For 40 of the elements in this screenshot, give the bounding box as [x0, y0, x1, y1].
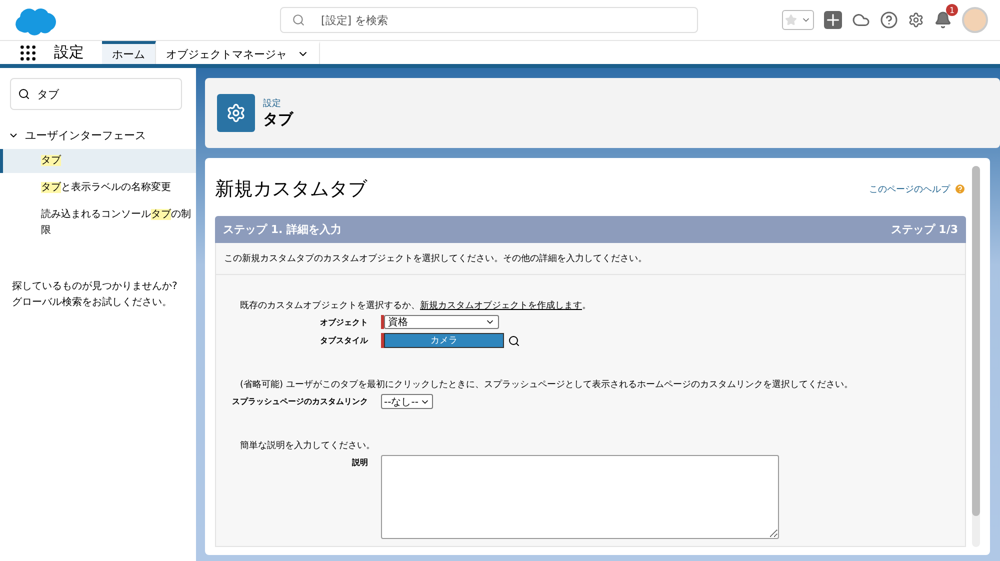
step-counter: ステップ 1/3: [890, 222, 958, 237]
field-label: オブジェクト: [319, 317, 368, 328]
new-object-link[interactable]: 新規カスタムオブジェクトを作成します: [420, 301, 582, 311]
lookup-icon[interactable]: [508, 334, 520, 346]
description-prompt: 簡単な説明を入力してください。: [239, 440, 376, 452]
splash-select[interactable]: --なし--: [381, 394, 434, 409]
object-select[interactable]: 資格: [384, 315, 499, 329]
bell-icon[interactable]: [934, 11, 952, 29]
notification-count: 1: [946, 4, 958, 16]
description-field[interactable]: [381, 455, 779, 539]
scrollbar-thumb[interactable]: [972, 166, 980, 516]
form-title: 新規カスタムタブ: [215, 177, 367, 202]
gear-icon: [217, 94, 255, 132]
star-icon: [785, 14, 797, 26]
help-icon[interactable]: [880, 11, 898, 29]
quick-find-field[interactable]: タブ: [10, 78, 182, 110]
search-field[interactable]: [設定] を検索: [280, 7, 698, 33]
splash-prompt: (省略可能) ユーザがこのタブを最初にクリックしたときに、スプラッシュページとして表示されるホームページのカスタムリンクを選択してください。: [239, 378, 854, 391]
add-icon[interactable]: [824, 11, 842, 29]
tab-style-field[interactable]: カメラ: [384, 333, 504, 348]
intro-text: この新規カスタムタブのカスタムオブジェクトを選択してください。その他の詳細を入力してください。: [216, 243, 965, 275]
app-name: 設定: [54, 42, 84, 63]
object-prompt: 既存のカスタムオブジェクトを選択するか、新規カスタムオブジェクトを作成します。: [239, 300, 592, 312]
step-title: ステップ 1. 詳細を入力: [223, 222, 342, 237]
cloud-icon[interactable]: [852, 11, 870, 29]
settings-icon[interactable]: [908, 12, 924, 28]
help-icon: [954, 183, 966, 195]
nav-tab[interactable]: ホーム: [102, 41, 156, 64]
help-link[interactable]: このページのヘルプ: [869, 182, 966, 196]
tree-group[interactable]: ユーザインターフェース: [25, 128, 146, 142]
search-icon: [292, 14, 305, 26]
app-launcher-icon[interactable]: [18, 42, 38, 62]
breadcrumb[interactable]: 設定: [263, 97, 293, 110]
page-title: タブ: [263, 110, 293, 129]
field-label: タブスタイル: [319, 335, 368, 346]
tree-item[interactable]: タブ: [0, 149, 196, 173]
search-icon: [18, 88, 30, 100]
field-label: 説明: [351, 457, 368, 468]
field-label: スプラッシュページのカスタムリンク: [231, 396, 368, 407]
search-hint: 探しているものが見つかりませんか? グローバル検索をお試しください。: [11, 280, 178, 310]
